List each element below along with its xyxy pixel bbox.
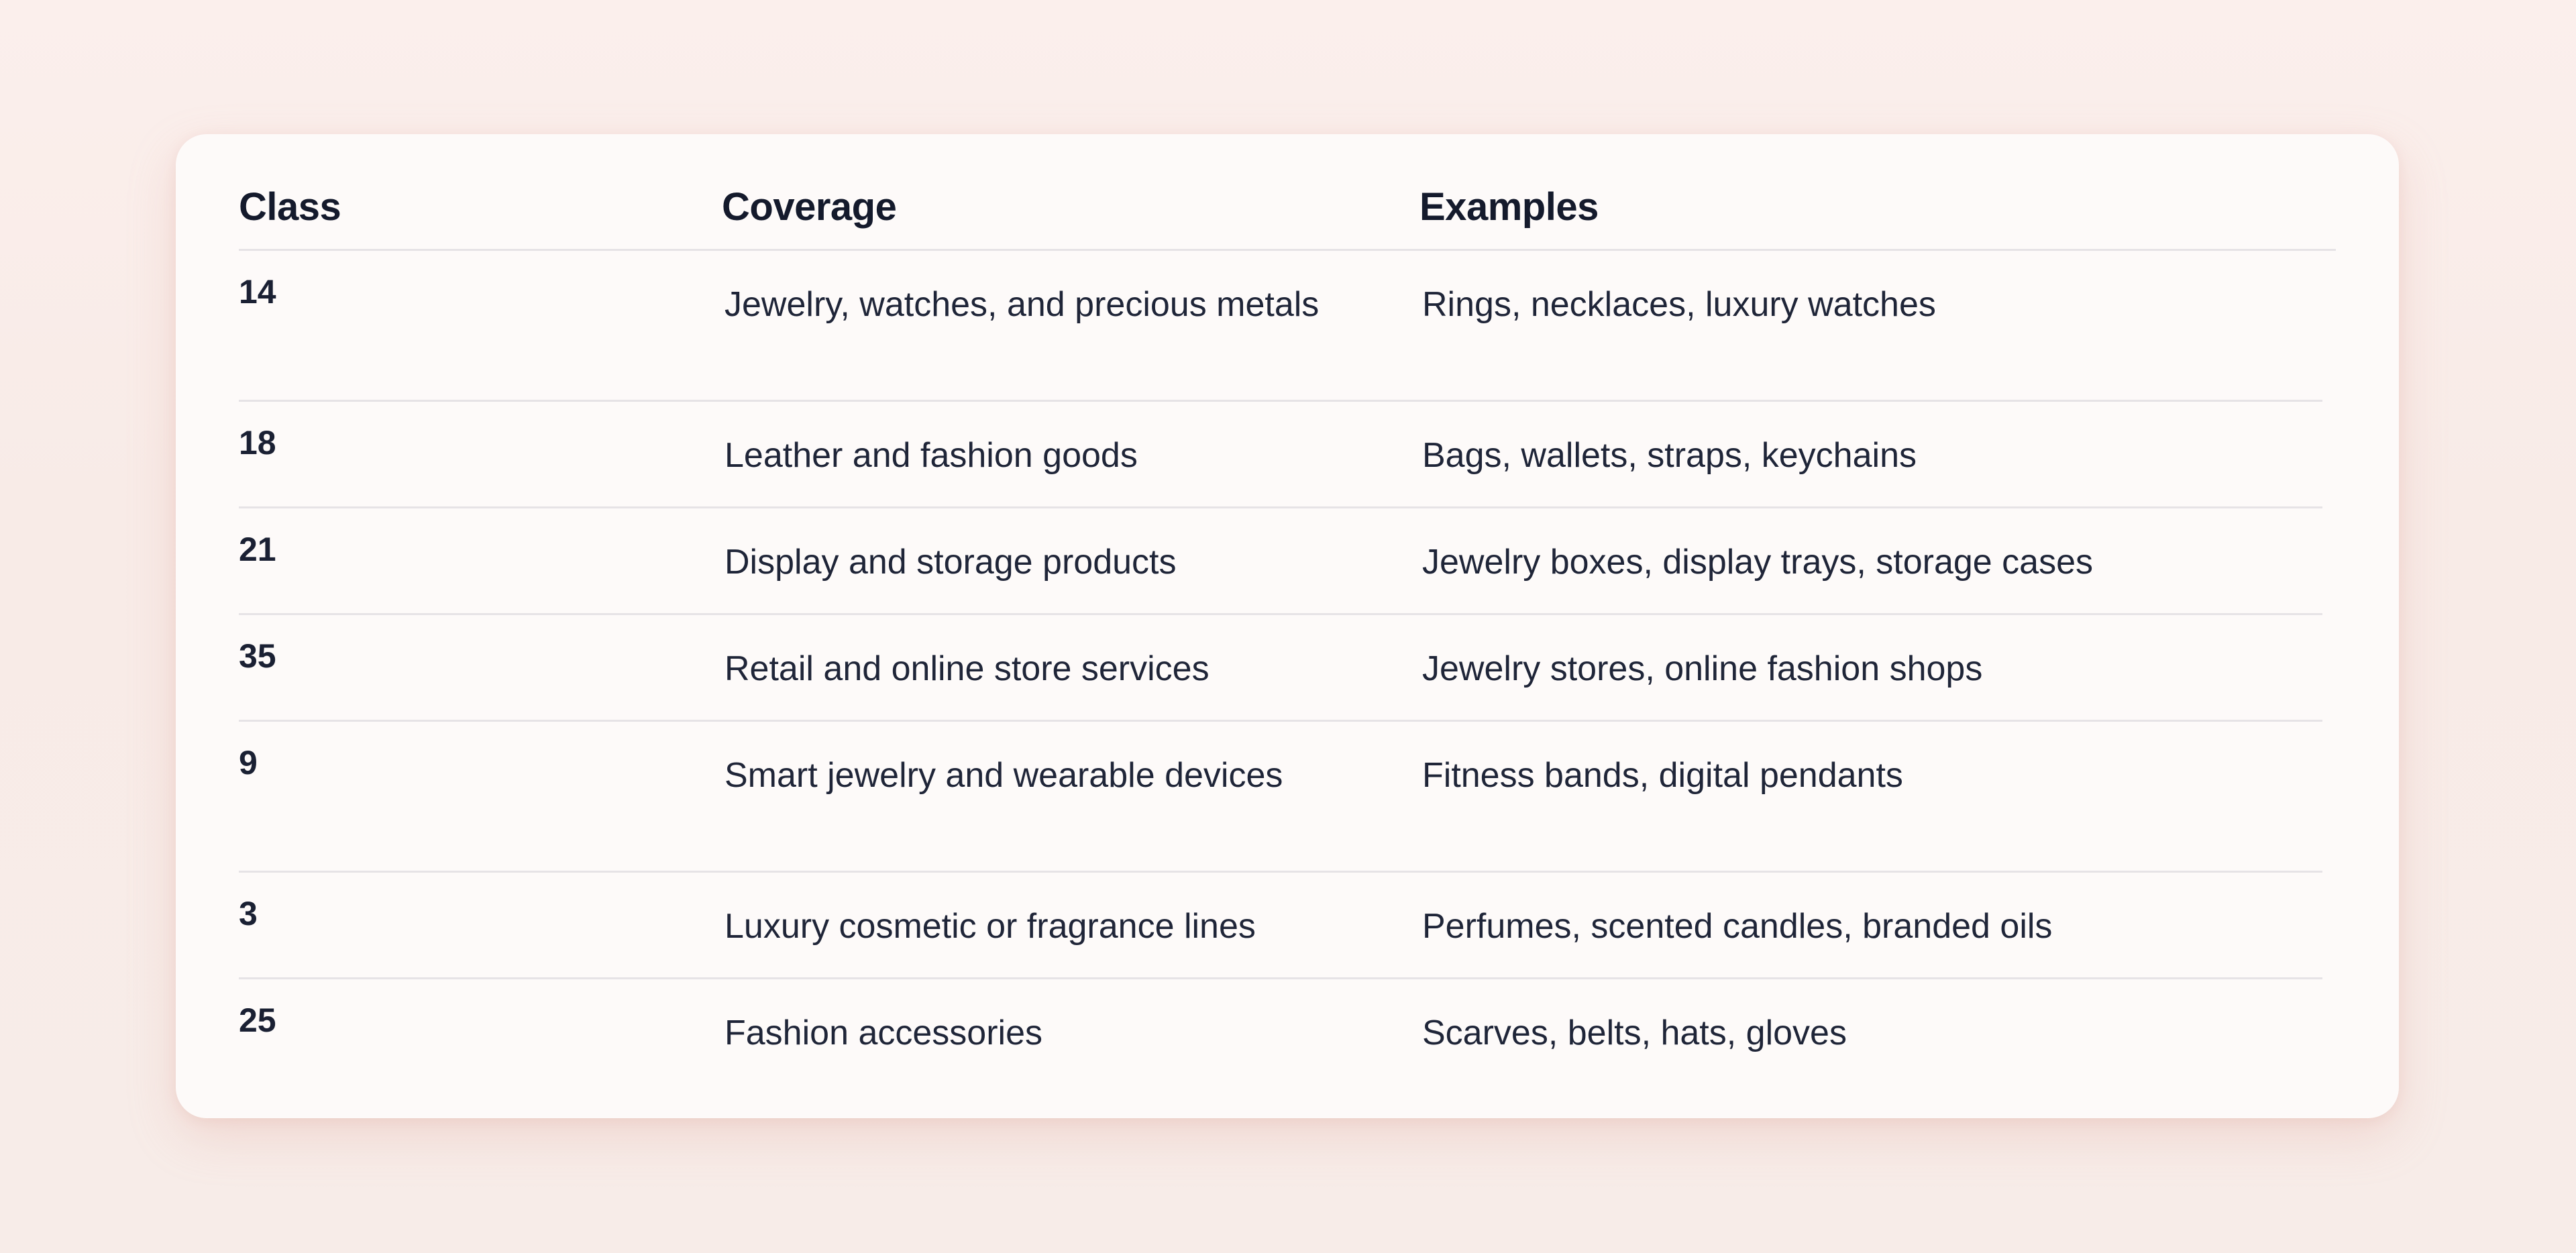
trademark-class-table: Class Coverage Examples 14 Jewelry, watc…: [239, 182, 2336, 1086]
examples-cell: Rings, necklaces, luxury watches: [1422, 285, 1936, 324]
class-number: 35: [239, 637, 276, 675]
header-class: Class: [239, 185, 341, 229]
coverage-cell: Retail and online store services: [724, 649, 1210, 688]
class-number: 25: [239, 1001, 276, 1039]
coverage-cell: Smart jewelry and wearable devices: [724, 756, 1283, 795]
examples-cell: Perfumes, scented candles, branded oils: [1422, 907, 2053, 946]
examples-cell: Jewelry boxes, display trays, storage ca…: [1422, 543, 2093, 582]
header-examples: Examples: [1419, 185, 1599, 229]
table-row: 35 Retail and online store services Jewe…: [239, 615, 2322, 722]
coverage-cell: Leather and fashion goods: [724, 436, 1138, 475]
table-row: 14 Jewelry, watches, and precious metals…: [239, 251, 2322, 402]
table-row: 3 Luxury cosmetic or fragrance lines Per…: [239, 873, 2322, 979]
examples-cell: Bags, wallets, straps, keychains: [1422, 436, 1917, 475]
coverage-cell: Display and storage products: [724, 543, 1177, 582]
examples-cell: Scarves, belts, hats, gloves: [1422, 1014, 1847, 1052]
table-row: 25 Fashion accessories Scarves, belts, h…: [239, 979, 2322, 1086]
class-number: 3: [239, 895, 258, 932]
table-header-row: Class Coverage Examples: [239, 182, 2336, 251]
table-row: 21 Display and storage products Jewelry …: [239, 508, 2322, 615]
coverage-cell: Luxury cosmetic or fragrance lines: [724, 907, 1256, 946]
class-number: 21: [239, 531, 276, 568]
examples-cell: Jewelry stores, online fashion shops: [1422, 649, 1983, 688]
table-row: 18 Leather and fashion goods Bags, walle…: [239, 402, 2322, 508]
examples-cell: Fitness bands, digital pendants: [1422, 756, 1903, 795]
header-coverage: Coverage: [722, 185, 897, 229]
table-row: 9 Smart jewelry and wearable devices Fit…: [239, 722, 2322, 873]
table-card: Class Coverage Examples 14 Jewelry, watc…: [176, 134, 2399, 1118]
coverage-cell: Fashion accessories: [724, 1014, 1042, 1052]
class-number: 9: [239, 744, 258, 781]
class-number: 14: [239, 273, 276, 311]
class-number: 18: [239, 424, 276, 461]
coverage-cell: Jewelry, watches, and precious metals: [724, 285, 1320, 324]
